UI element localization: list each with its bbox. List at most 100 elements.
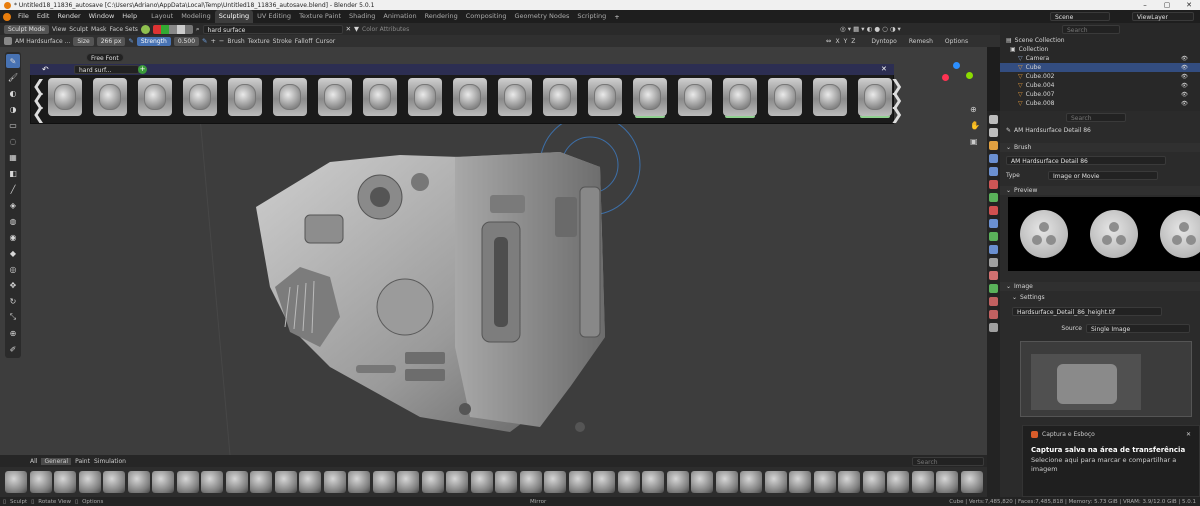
menu-render[interactable]: Render	[53, 10, 84, 23]
alpha-thumbnail[interactable]	[858, 78, 892, 116]
mirror-label[interactable]: Mirror	[530, 499, 546, 505]
line-project-tool-icon[interactable]: ╱	[6, 182, 20, 196]
brush-asset[interactable]	[127, 471, 150, 493]
outliner-item[interactable]: ▽ Camera 👁	[1000, 54, 1200, 63]
mesh-filter-tool-icon[interactable]: ◈	[6, 198, 20, 212]
scene-collection-row[interactable]: ▤ Scene Collection	[1000, 36, 1200, 45]
color-attributes-menu[interactable]: Color Attributes	[362, 26, 409, 33]
properties-tab-icon[interactable]	[989, 206, 998, 215]
draw-brush-tool-icon[interactable]: ✎	[6, 54, 20, 68]
properties-tab-icon[interactable]	[989, 193, 998, 202]
alpha-thumbnail[interactable]	[498, 78, 532, 116]
dyntopo-menu[interactable]: Dyntopo	[871, 38, 896, 45]
minimize-button[interactable]: –	[1134, 0, 1156, 10]
brush-asset[interactable]	[789, 471, 811, 493]
tab-layout[interactable]: Layout	[147, 10, 177, 23]
tab-scripting[interactable]: Scripting	[573, 10, 610, 23]
tab-shading[interactable]: Shading	[345, 10, 379, 23]
lasso-mask-tool-icon[interactable]: ◌	[6, 134, 20, 148]
collection-row[interactable]: ▣ Collection	[1000, 45, 1200, 54]
alpha-thumbnail[interactable]	[93, 78, 127, 116]
brush-asset[interactable]	[691, 471, 713, 493]
brush-asset[interactable]	[568, 471, 591, 493]
axis-y-icon[interactable]	[966, 72, 973, 79]
brush-asset[interactable]	[666, 471, 689, 493]
brush-asset[interactable]	[201, 471, 223, 493]
texture-menu[interactable]: Texture	[248, 38, 270, 45]
mirror-x-toggle[interactable]: X	[835, 38, 839, 45]
tab-general[interactable]: General	[41, 457, 72, 465]
brush-asset[interactable]	[372, 471, 395, 493]
brush-asset[interactable]	[5, 471, 27, 493]
tab-geometry-nodes[interactable]: Geometry Nodes	[511, 10, 574, 23]
outliner-item[interactable]: ▽ Cube.004 👁	[1000, 81, 1200, 90]
alpha-thumbnail[interactable]	[813, 78, 847, 116]
close-button[interactable]: ✕	[1178, 0, 1200, 10]
alpha-search-input[interactable]: hard surf...	[74, 65, 139, 74]
alpha-thumbnail[interactable]	[363, 78, 397, 116]
outliner-item[interactable]: ▽ Cube.002 👁	[1000, 72, 1200, 81]
alpha-thumbnail[interactable]	[588, 78, 622, 116]
properties-tab-icon[interactable]	[989, 180, 998, 189]
brush-asset[interactable]	[911, 471, 934, 493]
brush-asset[interactable]	[887, 471, 909, 493]
paint-tool-icon[interactable]: 🖌	[6, 70, 20, 84]
box-mask-tool-icon[interactable]: ▭	[6, 118, 20, 132]
brush-asset[interactable]	[593, 471, 615, 493]
move-tool-icon[interactable]: ✥	[6, 278, 20, 292]
brush-asset[interactable]	[642, 471, 664, 493]
alpha-thumbnail[interactable]	[768, 78, 802, 116]
image-file-field[interactable]: Hardsurface_Detail_86_height.tif	[1012, 307, 1162, 316]
brush-asset[interactable]	[54, 471, 76, 493]
properties-tab-icon[interactable]	[989, 141, 998, 150]
brush-asset[interactable]	[838, 471, 860, 493]
falloff-menu[interactable]: Falloff	[295, 38, 313, 45]
visibility-eye-icon[interactable]: 👁	[1181, 56, 1188, 62]
rotate-tool-icon[interactable]: ↻	[6, 294, 20, 308]
tab-sculpting[interactable]: Sculpting	[214, 10, 254, 23]
filter-icon[interactable]: ▼	[354, 25, 359, 33]
brush-asset[interactable]	[397, 471, 419, 493]
brush-asset[interactable]	[764, 471, 787, 493]
brush-asset[interactable]	[862, 471, 885, 493]
brush-asset[interactable]	[348, 471, 370, 493]
alpha-thumbnail[interactable]	[138, 78, 172, 116]
properties-tab-icon[interactable]	[989, 297, 998, 306]
direction-sub-icon[interactable]: −	[219, 37, 224, 45]
brush-asset[interactable]	[740, 471, 762, 493]
asset-search-input[interactable]: hard surface	[202, 24, 343, 34]
alpha-thumbnail[interactable]	[723, 78, 757, 116]
face-set-tool-icon[interactable]: ◑	[6, 102, 20, 116]
pan-icon[interactable]: ✋	[970, 121, 980, 130]
add-alpha-button[interactable]: +	[138, 65, 147, 74]
cursor-menu[interactable]: Cursor	[316, 38, 336, 45]
box-trim-tool-icon[interactable]: ◧	[6, 166, 20, 180]
alpha-thumbnail[interactable]	[678, 78, 712, 116]
mask-tool-icon[interactable]: ◐	[6, 86, 20, 100]
tab-compositing[interactable]: Compositing	[462, 10, 511, 23]
brush-asset[interactable]	[421, 471, 444, 493]
properties-tab-icon[interactable]	[989, 232, 998, 241]
tab-texture-paint[interactable]: Texture Paint	[295, 10, 345, 23]
brush-asset[interactable]	[617, 471, 640, 493]
mirror-z-toggle[interactable]: Z	[851, 38, 855, 45]
direction-add-icon[interactable]: +	[210, 37, 215, 45]
properties-tab-icon[interactable]	[989, 245, 998, 254]
snip-notification[interactable]: Captura e Esboço ✕ Captura salva na área…	[1022, 425, 1200, 497]
add-workspace-button[interactable]: +	[610, 13, 623, 21]
brush-asset[interactable]	[519, 471, 542, 493]
brush-datablock-field[interactable]: AM Hardsurface Detail 86	[1006, 156, 1166, 165]
mask-by-color-tool-icon[interactable]: ◎	[6, 262, 20, 276]
preview-section-header[interactable]: ⌄ Preview	[1000, 186, 1200, 195]
tab-paint[interactable]: Paint	[75, 458, 90, 465]
cloth-filter-tool-icon[interactable]: ◍	[6, 214, 20, 228]
brush-asset[interactable]	[470, 471, 493, 493]
notification-close-icon[interactable]: ✕	[1186, 431, 1191, 438]
alpha-thumbnail[interactable]	[228, 78, 262, 116]
maximize-button[interactable]: ▢	[1156, 0, 1178, 10]
view-menu[interactable]: View	[52, 26, 66, 33]
properties-tab-icon[interactable]	[989, 115, 998, 124]
pressure-strength-icon[interactable]: ✎	[202, 37, 207, 45]
properties-tab-icon[interactable]	[989, 310, 998, 319]
brush-asset[interactable]	[78, 471, 101, 493]
